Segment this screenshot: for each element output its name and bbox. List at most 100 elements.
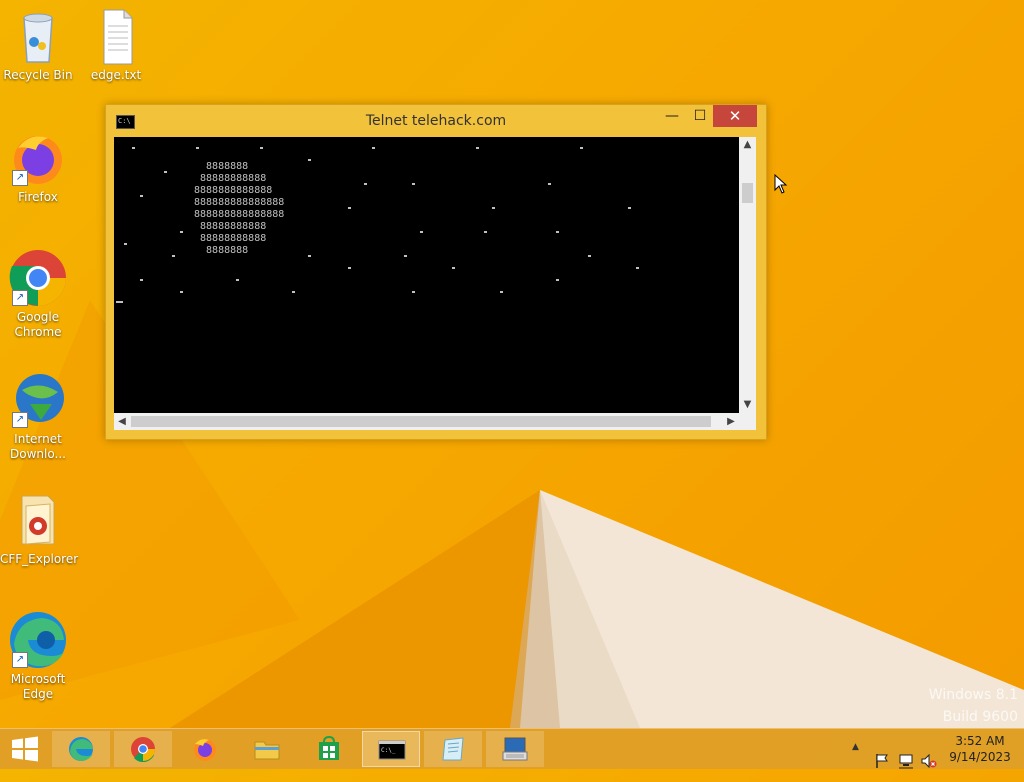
star — [548, 183, 551, 185]
maximize-button[interactable]: ☐ — [686, 105, 714, 127]
console-ascii-art: 8888888 88888888888 8888888888888 888888… — [194, 161, 285, 256]
desktop-icon-google-chrome[interactable]: ↗ Google Chrome — [0, 248, 76, 340]
svg-text:C:\_: C:\_ — [381, 747, 396, 754]
volume-muted-icon[interactable] — [921, 741, 937, 781]
taskbar-clock[interactable]: 3:52 AM 9/14/2023 — [945, 733, 1015, 765]
store-icon — [319, 736, 339, 760]
notepad-icon — [442, 737, 464, 761]
taskbar-firefox[interactable] — [176, 731, 234, 767]
desktop-icon-cff-explorer[interactable]: CFF_Explorer — [0, 490, 79, 567]
star — [628, 207, 631, 209]
telnet-window[interactable]: C:\ Telnet telehack.com — ☐ ✕ 8888888 88… — [105, 104, 767, 440]
taskbar-chrome[interactable] — [114, 731, 172, 767]
star — [124, 243, 127, 245]
text-file-icon — [86, 6, 146, 66]
taskbar-command-prompt[interactable]: C:\_ — [362, 731, 420, 767]
star — [292, 291, 295, 293]
minimize-button[interactable]: — — [658, 105, 686, 127]
desktop-icon-label: Internet Downlo... — [10, 432, 66, 461]
star — [236, 279, 239, 281]
desktop-icon-internet-download-manager[interactable]: ↗ Internet Downlo... — [0, 370, 76, 462]
star — [348, 267, 351, 269]
desktop-icon-label: Google Chrome — [14, 310, 62, 339]
desktop-icon-firefox[interactable]: ↗ Firefox — [0, 128, 76, 205]
star — [420, 231, 423, 233]
console-output[interactable]: 8888888 88888888888 8888888888888 888888… — [114, 137, 739, 413]
star — [492, 207, 495, 209]
watermark-build: Build 9600 — [942, 709, 1018, 725]
star — [556, 279, 559, 281]
shortcut-arrow-icon: ↗ — [12, 170, 28, 186]
vertical-scroll-thumb[interactable] — [742, 183, 753, 203]
scroll-up-button[interactable]: ▲ — [739, 137, 756, 153]
star — [636, 267, 639, 269]
star — [260, 147, 263, 149]
window-title-bar[interactable]: C:\ Telnet telehack.com — ☐ ✕ — [106, 105, 766, 137]
desktop-icon-label: edge.txt — [90, 68, 142, 82]
star — [452, 267, 455, 269]
taskbar: C:\_ ▲ 3:52 AM 9/14/2023 — [0, 728, 1024, 769]
star — [580, 147, 583, 149]
horizontal-scroll-thumb[interactable] — [131, 416, 711, 427]
chrome-icon — [131, 737, 155, 762]
shortcut-arrow-icon: ↗ — [12, 412, 28, 428]
scroll-down-button[interactable]: ▼ — [739, 397, 756, 413]
star — [180, 291, 183, 293]
star — [500, 291, 503, 293]
desktop-icon-label: Firefox — [18, 190, 58, 204]
recycle-bin-icon — [8, 6, 68, 66]
scrollbar-corner — [739, 413, 756, 430]
star — [476, 147, 479, 149]
star — [308, 255, 311, 257]
horizontal-scrollbar[interactable]: ◀ ▶ — [114, 413, 739, 430]
star — [140, 279, 143, 281]
firefox-icon — [194, 739, 216, 761]
scroll-right-button[interactable]: ▶ — [723, 413, 739, 430]
tray-show-hidden-icons[interactable]: ▲ — [852, 742, 859, 782]
star — [364, 183, 367, 185]
desktop-icon-label: Recycle Bin — [3, 68, 73, 82]
start-button[interactable] — [0, 731, 50, 767]
edge-icon — [69, 737, 93, 761]
watermark-version: Windows 8.1 — [928, 687, 1018, 703]
desktop-icon-edge-txt[interactable]: edge.txt — [78, 6, 154, 83]
star — [180, 231, 183, 233]
taskbar-store[interactable] — [300, 731, 358, 767]
clock-date: 9/14/2023 — [949, 750, 1011, 764]
star — [140, 195, 143, 197]
star — [164, 171, 167, 173]
action-center-flag-icon[interactable] — [874, 741, 890, 781]
desktop-icon-label: CFF_Explorer — [0, 552, 79, 566]
desktop-icon-recycle-bin[interactable]: Recycle Bin — [0, 6, 76, 83]
shortcut-arrow-icon: ↗ — [12, 290, 28, 306]
text-cursor — [116, 301, 123, 303]
star — [348, 207, 351, 209]
star — [588, 255, 591, 257]
star — [372, 147, 375, 149]
star — [196, 147, 199, 149]
star — [172, 255, 175, 257]
mouse-pointer-icon — [774, 174, 788, 194]
star — [412, 291, 415, 293]
taskbar-notepad[interactable] — [424, 731, 482, 767]
taskbar-file-explorer[interactable] — [238, 731, 296, 767]
vertical-scrollbar[interactable]: ▲ ▼ — [739, 137, 756, 413]
star — [308, 159, 311, 161]
taskbar-edge[interactable] — [52, 731, 110, 767]
windows-watermark: Windows 8.1 Build 9600 — [929, 684, 1018, 728]
network-icon[interactable] — [898, 741, 914, 781]
folder-icon — [254, 741, 280, 760]
desktop-icon-microsoft-edge[interactable]: ↗ Microsoft Edge — [0, 610, 76, 702]
command-prompt-icon: C:\_ — [378, 740, 406, 760]
shortcut-arrow-icon: ↗ — [12, 652, 28, 668]
star — [484, 231, 487, 233]
star — [404, 255, 407, 257]
star — [132, 147, 135, 149]
taskbar-remote-desktop[interactable] — [486, 731, 544, 767]
chrome-icon: ↗ — [8, 248, 68, 308]
close-button[interactable]: ✕ — [713, 105, 757, 127]
scroll-left-button[interactable]: ◀ — [114, 413, 130, 430]
remote-desktop-icon — [502, 737, 528, 761]
cff-explorer-icon — [8, 490, 68, 550]
star — [412, 183, 415, 185]
